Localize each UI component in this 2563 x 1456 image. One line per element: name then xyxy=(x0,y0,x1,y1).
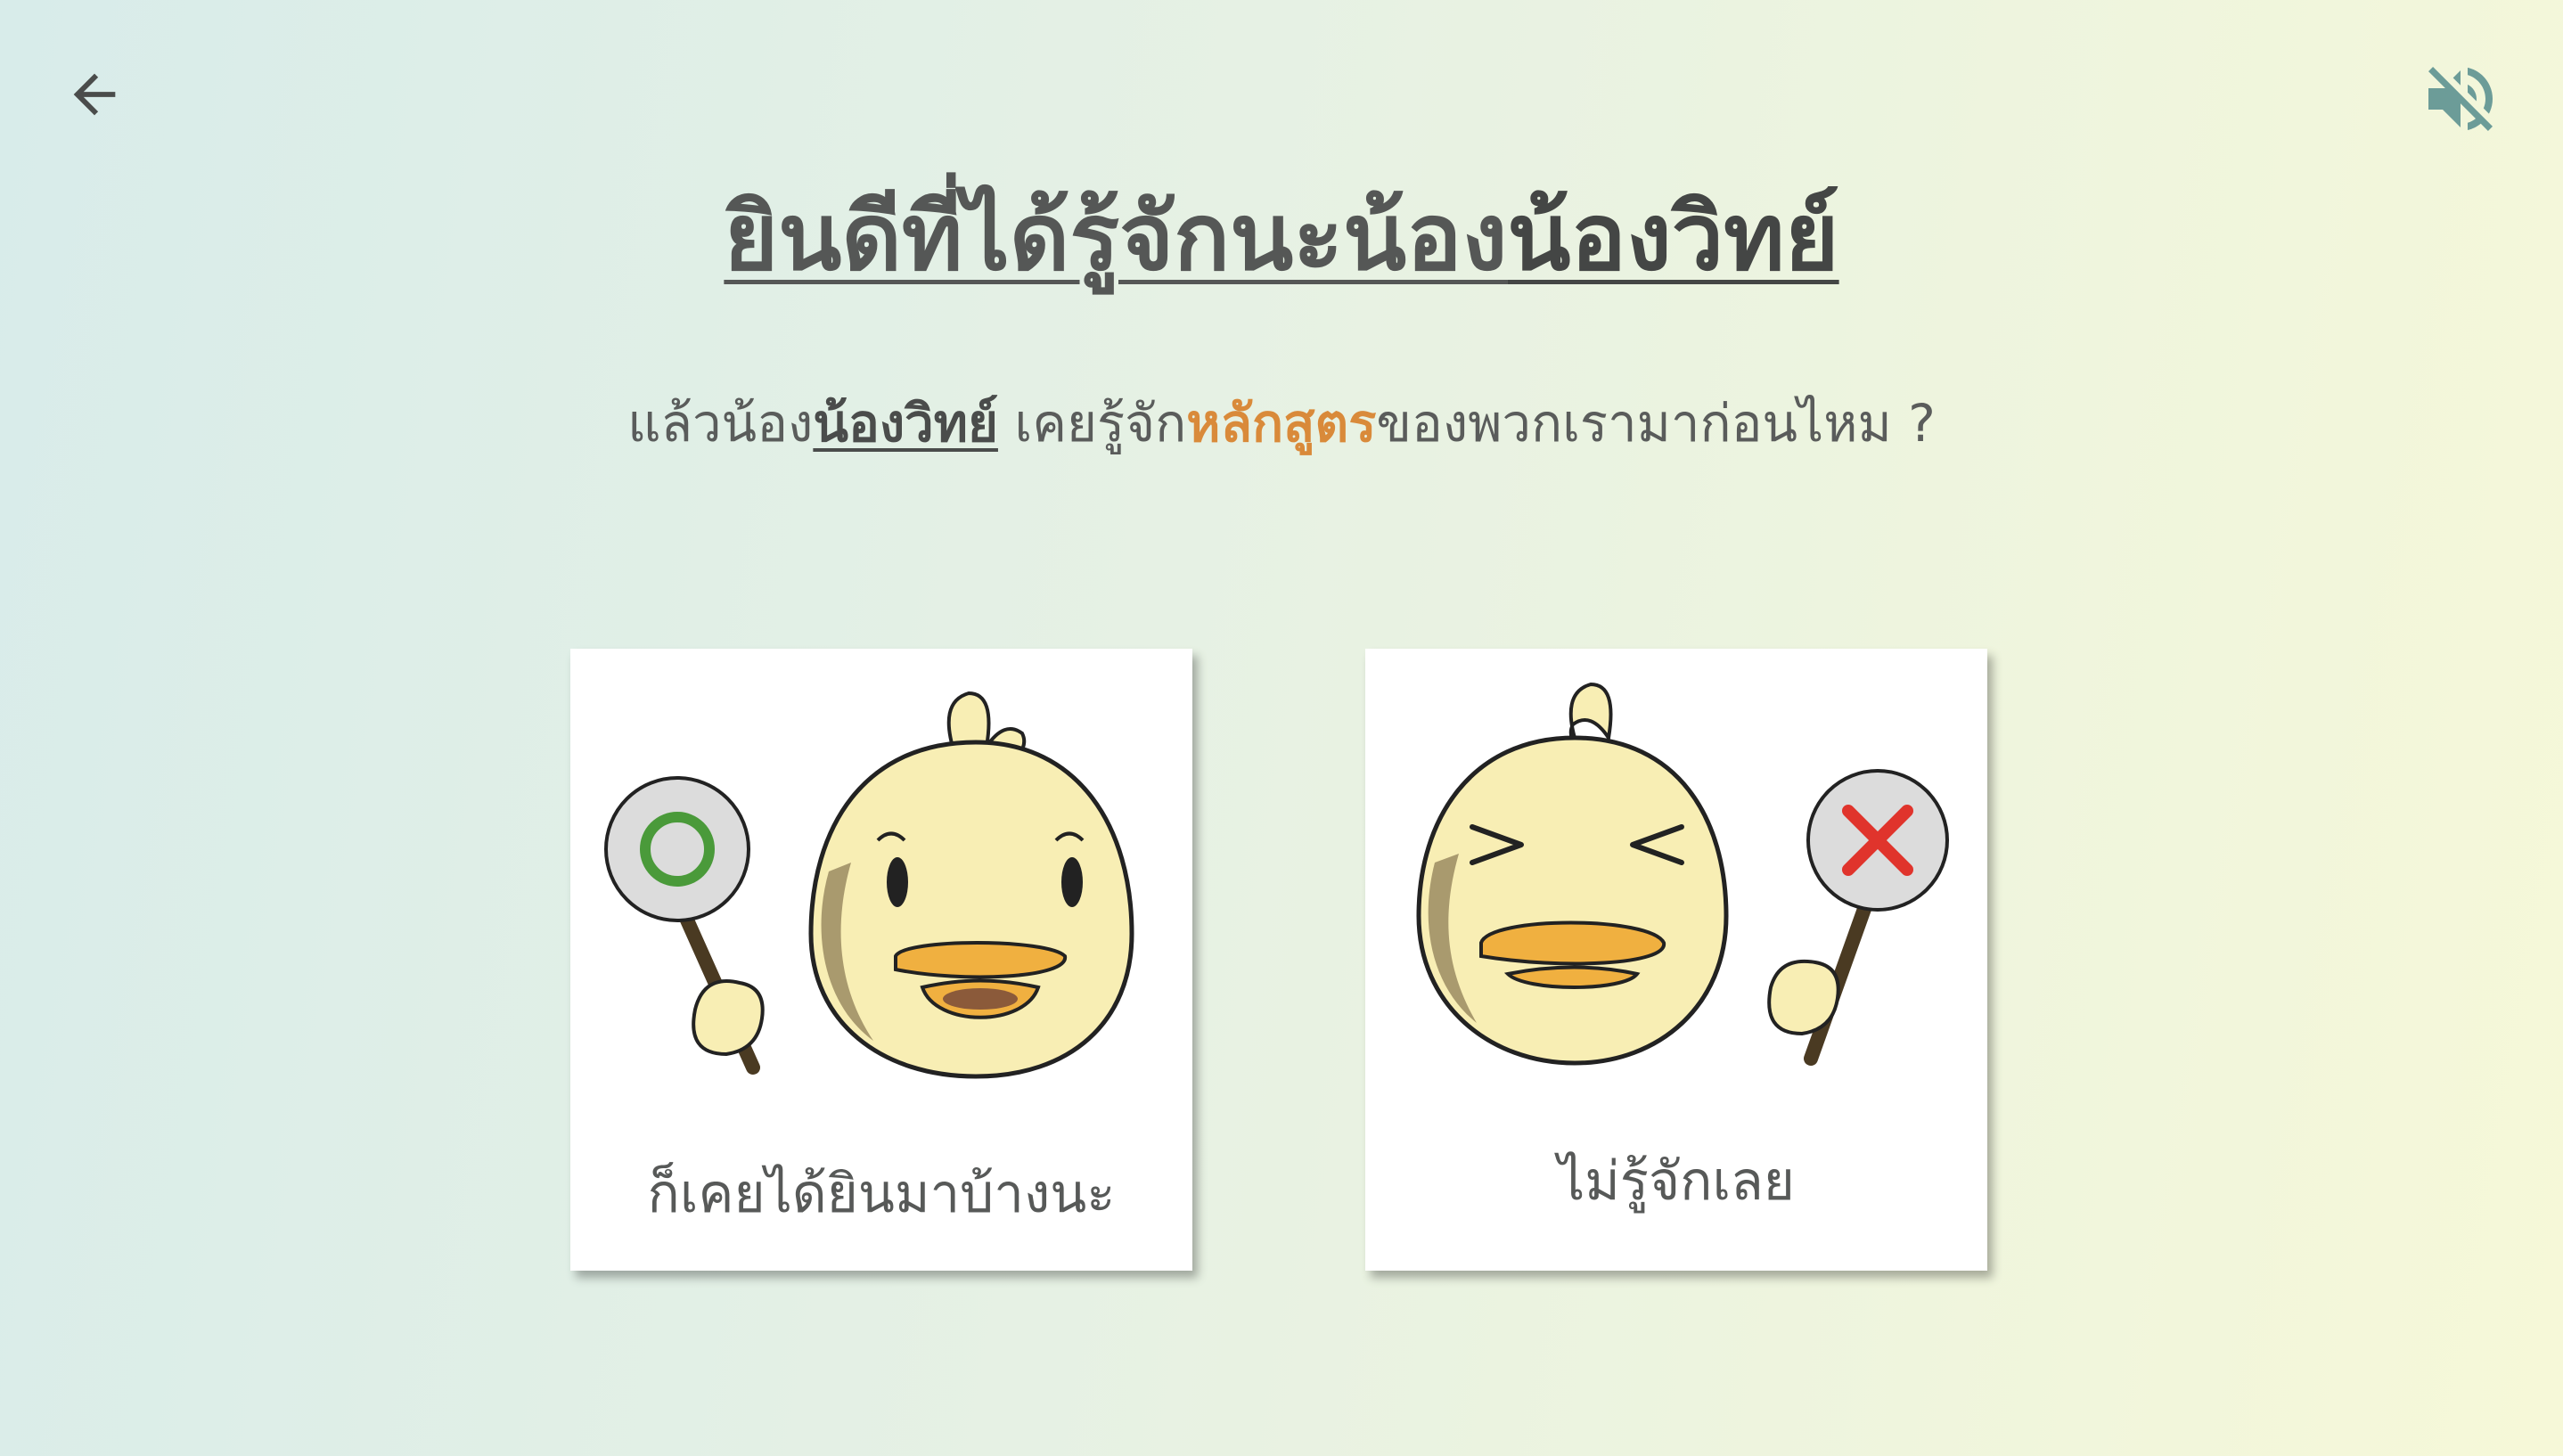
back-button[interactable] xyxy=(53,53,135,135)
question-part3: ของพวกเรามาก่อนไหม ? xyxy=(1376,393,1936,454)
duck-holding-cross-sign-icon xyxy=(1416,682,1949,1066)
option-label-yes: ก็เคยได้ยินมาบ้างนะ xyxy=(647,1163,1116,1225)
page-title: ยินดีที่ได้รู้จักนะน้องน้องวิทย์ xyxy=(0,175,2563,299)
title-name: น้องวิทย์ xyxy=(1507,183,1839,291)
question-name: น้องวิทย์ xyxy=(813,393,998,454)
arrow-left-icon xyxy=(73,73,116,116)
speaker-muted-icon xyxy=(2428,67,2493,131)
option-label-no: ไม่รู้จักเลย xyxy=(1558,1150,1795,1213)
question-text: แล้วน้องน้องวิทย์ เคยรู้จักหลักสูตรของพว… xyxy=(0,383,2563,463)
option-card-no[interactable]: ไม่รู้จักเลย xyxy=(1365,649,1987,1271)
option-card-yes[interactable]: ก็เคยได้ยินมาบ้างนะ xyxy=(570,649,1192,1271)
title-prefix: ยินดีที่ได้รู้จักนะน้อง xyxy=(724,183,1508,291)
question-accent: หลักสูตร xyxy=(1186,393,1377,454)
duck-holding-circle-sign-icon xyxy=(604,691,1134,1079)
question-part2: เคยรู้จัก xyxy=(997,393,1187,454)
sound-toggle-button[interactable] xyxy=(2412,50,2510,148)
question-part1: แล้วน้อง xyxy=(627,393,814,454)
